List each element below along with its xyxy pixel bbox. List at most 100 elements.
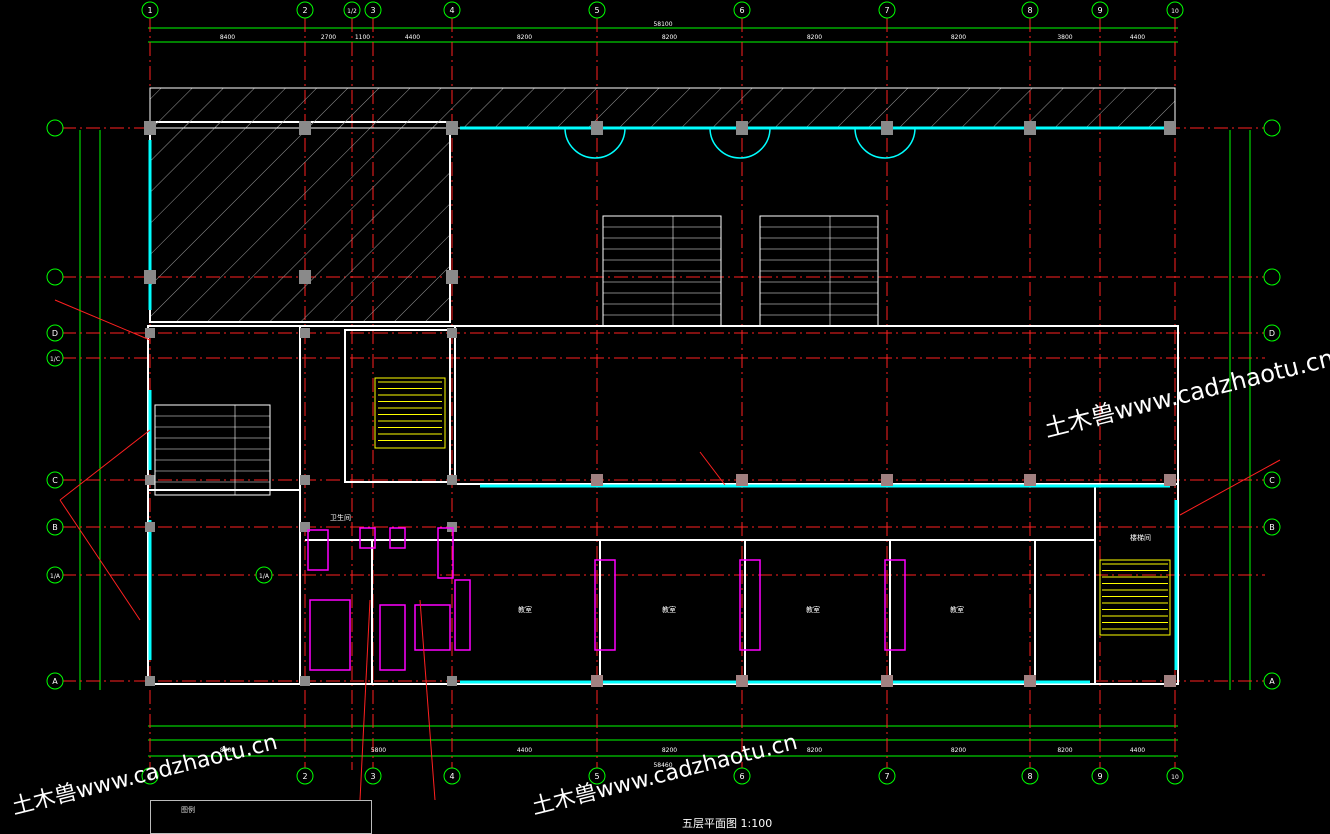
column (881, 121, 893, 135)
column (447, 328, 457, 338)
stair-east (1099, 559, 1171, 636)
axis-bubble-label: 1 (147, 772, 152, 781)
column (447, 522, 457, 532)
column (145, 475, 155, 485)
column (145, 328, 155, 338)
axis-bubble-label: 2 (302, 6, 307, 15)
total-dimension-bottom: 58460 (653, 762, 672, 769)
column (299, 121, 311, 135)
column (591, 474, 603, 486)
axis-bubbles-top: 1 2 1/2 3 4 5 6 7 8 9 10 (141, 1, 1184, 19)
dimension-value: 8200 (807, 747, 822, 754)
column (591, 121, 603, 135)
column (1024, 474, 1036, 486)
dimension-value: 8200 (662, 34, 677, 41)
floor-plan-drawing: 教室 教室 教室 教室 楼梯间 卫生间 8400 2700 1100 4400 8200 8200 8… (46, 1, 1281, 801)
column (881, 675, 893, 687)
dimension-value: 1100 (355, 34, 370, 41)
drawing-scale: 1:100 (740, 817, 773, 830)
axis-bubble-label: 5 (594, 6, 599, 15)
drawing-title: 五层平面图 1:100 (682, 815, 772, 831)
axis-bubbles-bottom: 1 2 3 4 5 6 7 8 9 10 (141, 767, 1184, 785)
column (447, 475, 457, 485)
dimension-value: 8400 (220, 34, 235, 41)
column (881, 474, 893, 486)
axis-bubble-label: 9 (1097, 6, 1102, 15)
column (1164, 474, 1176, 486)
column (300, 676, 310, 686)
axis-bubble-label: 8 (1027, 6, 1032, 15)
column (300, 328, 310, 338)
stair-treads-west (378, 381, 442, 441)
axis-bubble-label: 4 (449, 6, 454, 15)
leader-lines (54, 299, 1281, 801)
axis-bubble-label: 1/C (50, 356, 60, 363)
room-label: 教室 (806, 605, 820, 614)
axis-bubble (46, 268, 64, 286)
axis-bubble-label: 3 (370, 772, 375, 781)
column (145, 522, 155, 532)
axis-bubble (1263, 119, 1281, 137)
column (1024, 121, 1036, 135)
axis-bubble-label: 2 (302, 772, 307, 781)
dimension-value: 4400 (1130, 34, 1145, 41)
axis-bubble-label: C (1269, 476, 1275, 485)
column (300, 475, 310, 485)
dimension-value: 8400 (220, 747, 235, 754)
dimension-value: 5800 (371, 747, 386, 754)
axis-bubble-label: A (1269, 677, 1275, 686)
column (736, 121, 748, 135)
dimension-value: 8200 (951, 34, 966, 41)
axis-bubble-label: 8 (1027, 772, 1032, 781)
column (144, 270, 156, 284)
axis-bubble-label: 1/A (50, 573, 61, 580)
dimension-value: 3800 (1057, 34, 1072, 41)
total-dimension-top: 58100 (653, 21, 672, 28)
axis-bubble-label: 7 (884, 6, 889, 15)
column (446, 270, 458, 284)
room-label: 教室 (518, 605, 532, 614)
dimension-value: 4400 (1130, 747, 1145, 754)
legend-label: 图例 (181, 806, 195, 814)
axis-bubble-label: 6 (739, 6, 744, 15)
dimension-value: 8200 (662, 747, 677, 754)
dimension-value: 8200 (807, 34, 822, 41)
room-label: 卫生间 (330, 513, 351, 522)
axis-bubble-label: 7 (884, 772, 889, 781)
dimension-value: 8200 (517, 34, 532, 41)
axis-bubble-label: D (1269, 329, 1275, 338)
axis-bubble-label: A (52, 677, 58, 686)
axis-bubble-label: D (52, 329, 58, 338)
dimension-value: 2700 (321, 34, 336, 41)
axis-bubble-label: B (52, 523, 58, 532)
stair-treads-east (1102, 563, 1168, 630)
drawing-title-text: 五层平面图 (682, 817, 737, 830)
dimension-value: 8200 (1057, 747, 1072, 754)
hatched-void-area (149, 121, 451, 323)
axis-bubble-label: 3 (370, 6, 375, 15)
column (736, 675, 748, 687)
axis-bubble-label: 4 (449, 772, 454, 781)
axis-bubble (1263, 268, 1281, 286)
column (736, 474, 748, 486)
column (1164, 121, 1176, 135)
column (145, 676, 155, 686)
room-label: 楼梯间 (1130, 533, 1151, 542)
toilet-fixtures (307, 527, 906, 671)
column (447, 676, 457, 686)
axis-bubble-label: 9 (1097, 772, 1102, 781)
axis-bubble-label: 1/2 (347, 8, 357, 15)
axis-bubble-label: 1/A (259, 573, 270, 580)
legend-box: 图例 (150, 800, 372, 834)
column (299, 270, 311, 284)
room-label: 教室 (662, 605, 676, 614)
axis-bubble (46, 119, 64, 137)
dimension-value: 8200 (951, 747, 966, 754)
axis-bubble-label: 10 (1171, 774, 1179, 781)
column (144, 121, 156, 135)
dimension-value: 4400 (517, 747, 532, 754)
axis-bubble-label: 6 (739, 772, 744, 781)
column (446, 121, 458, 135)
room-label: 教室 (950, 605, 964, 614)
building-walls (147, 325, 1179, 685)
